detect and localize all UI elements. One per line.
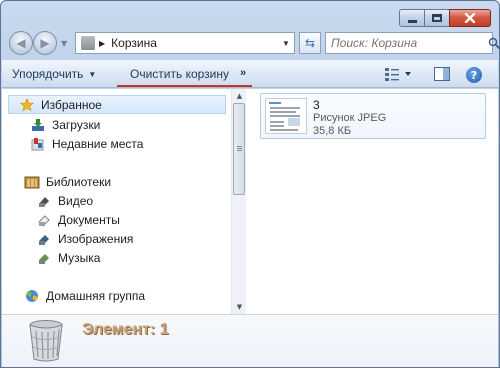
nav-label-documents: Документы	[58, 212, 120, 227]
nav-item-libraries[interactable]: Библиотеки	[24, 172, 111, 191]
more-commands-label: »	[240, 67, 247, 79]
address-dropdown-icon[interactable]: ▼	[278, 39, 294, 48]
command-bar: Упорядочить ▼ Очистить корзину » ?	[2, 60, 498, 88]
caption-buttons	[399, 9, 491, 27]
chevron-down-icon: ▼	[88, 69, 97, 79]
forward-arrow-icon: ▶	[40, 36, 50, 50]
search-icon[interactable]	[488, 37, 500, 49]
scroll-thumb[interactable]	[233, 103, 245, 195]
star-icon	[19, 97, 35, 113]
explorer-window: ◀ ▶ ▼ ▶ Корзина ▼ ⇆ Упорядочи	[0, 0, 500, 368]
pictures-library-icon	[36, 231, 52, 247]
maximize-button[interactable]	[424, 9, 450, 27]
help-button[interactable]: ?	[466, 67, 482, 83]
video-library-icon	[36, 193, 52, 209]
address-location[interactable]: Корзина	[111, 36, 278, 50]
nav-item-homegroup[interactable]: Домашняя группа	[24, 286, 145, 305]
navigation-pane: Избранное Загрузки Недавние места Библио…	[2, 89, 230, 314]
recent-pages-dropdown[interactable]: ▼	[61, 39, 67, 48]
empty-recycle-bin-label: Очистить корзину	[130, 67, 229, 81]
item-count-status: Элемент: 1	[82, 321, 169, 338]
music-library-icon	[36, 250, 52, 266]
search-input[interactable]	[326, 36, 488, 50]
nav-pane-scrollbar[interactable]: ▲ ▼	[231, 89, 246, 314]
organize-label: Упорядочить	[12, 67, 84, 81]
nav-label-homegroup: Домашняя группа	[46, 288, 146, 303]
refresh-icon: ⇆	[304, 36, 316, 50]
forward-button[interactable]: ▶	[33, 31, 57, 55]
breadcrumb-chevron-icon[interactable]: ▶	[99, 39, 105, 48]
nav-label-downloads: Загрузки	[52, 117, 101, 132]
refresh-button[interactable]: ⇆	[299, 32, 321, 54]
highlight-underline	[117, 85, 252, 87]
jpeg-thumbnail-icon	[265, 98, 307, 134]
close-button[interactable]	[449, 9, 491, 27]
nav-item-music[interactable]: Музыка	[36, 248, 100, 267]
details-pane: Элемент: 1	[2, 314, 498, 367]
recycle-bin-small-icon	[81, 36, 95, 50]
nav-label-favorites: Избранное	[41, 97, 102, 112]
help-icon: ?	[466, 67, 482, 83]
nav-item-favorites[interactable]: Избранное	[8, 95, 226, 114]
minimize-button[interactable]	[399, 9, 425, 27]
documents-library-icon	[36, 212, 52, 228]
more-commands-button[interactable]: »	[240, 67, 246, 79]
back-button[interactable]: ◀	[9, 31, 33, 55]
file-list: 3 Рисунок JPEG 35,8 КБ	[248, 89, 498, 314]
nav-label-music: Музыка	[58, 250, 101, 265]
change-view-button[interactable]	[385, 67, 413, 81]
file-item[interactable]: 3 Рисунок JPEG 35,8 КБ	[260, 93, 486, 139]
content-area: Избранное Загрузки Недавние места Библио…	[2, 89, 498, 314]
recycle-bin-icon	[29, 320, 63, 362]
nav-label-pictures: Изображения	[58, 231, 134, 246]
file-type: Рисунок JPEG	[313, 112, 387, 124]
view-options-icon	[385, 68, 411, 81]
address-row: ◀ ▶ ▼ ▶ Корзина ▼ ⇆	[7, 30, 500, 56]
nav-item-video[interactable]: Видео	[36, 191, 93, 210]
file-size: 35,8 КБ	[313, 125, 352, 137]
nav-label-recent-places: Недавние места	[52, 136, 144, 151]
back-arrow-icon: ◀	[16, 36, 26, 50]
search-box[interactable]	[325, 32, 500, 54]
libraries-icon	[24, 174, 40, 190]
organize-button[interactable]: Упорядочить ▼	[12, 67, 96, 81]
nav-label-video: Видео	[58, 193, 94, 208]
nav-item-pictures[interactable]: Изображения	[36, 229, 133, 248]
preview-pane-button[interactable]	[434, 67, 450, 81]
file-name: 3	[313, 98, 320, 112]
address-bar[interactable]: ▶ Корзина ▼	[75, 32, 295, 54]
scroll-grip-icon	[237, 146, 242, 152]
homegroup-icon	[24, 288, 40, 304]
nav-item-downloads[interactable]: Загрузки	[30, 115, 100, 134]
preview-pane-icon	[434, 67, 450, 81]
minimize-icon	[407, 19, 417, 23]
maximize-icon	[432, 14, 442, 22]
recent-places-icon	[30, 136, 46, 152]
nav-item-recent-places[interactable]: Недавние места	[30, 134, 143, 153]
empty-recycle-bin-button[interactable]: Очистить корзину	[130, 67, 229, 81]
downloads-icon	[30, 117, 46, 133]
close-icon	[464, 13, 476, 23]
nav-item-documents[interactable]: Документы	[36, 210, 120, 229]
nav-label-libraries: Библиотеки	[46, 174, 112, 189]
scroll-up-icon[interactable]: ▲	[232, 89, 247, 103]
scroll-down-icon[interactable]: ▼	[232, 300, 247, 314]
